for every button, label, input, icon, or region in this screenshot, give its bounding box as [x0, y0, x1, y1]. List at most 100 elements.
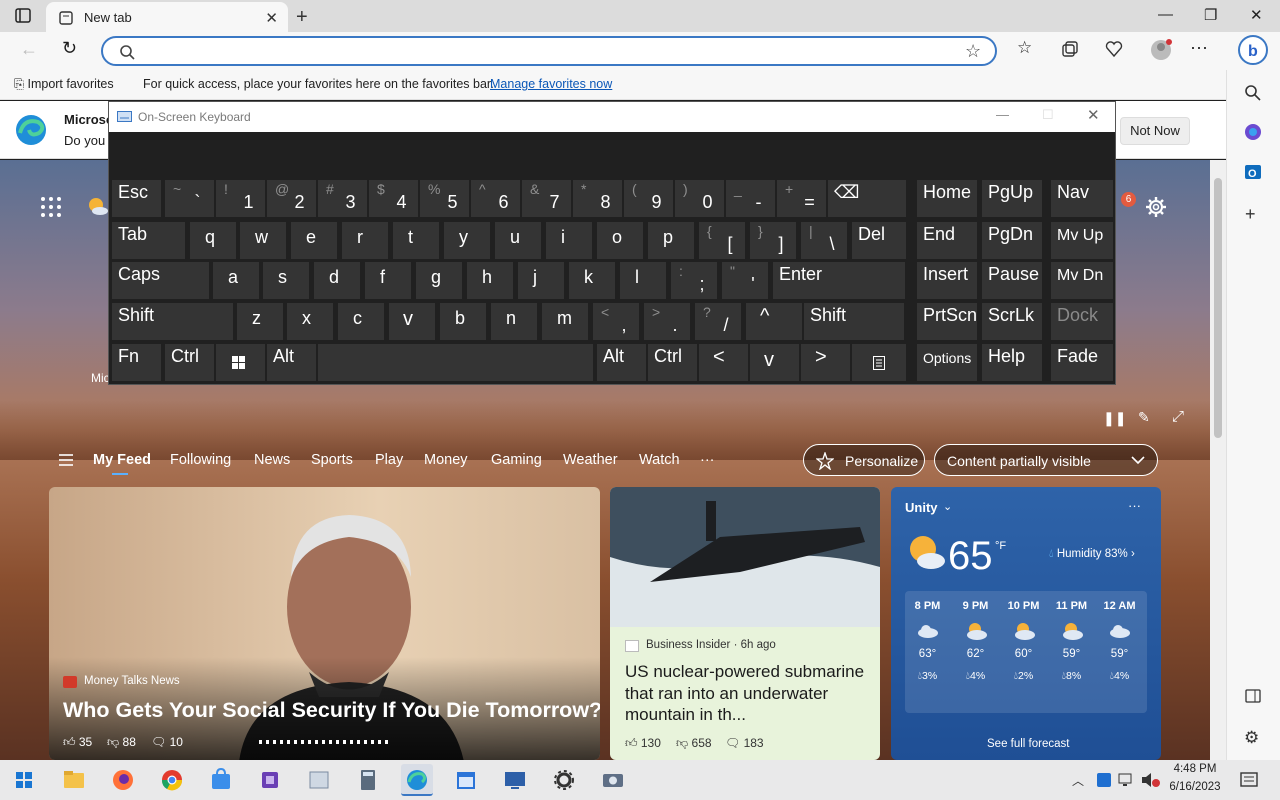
hide-sidebar-icon[interactable]: [1245, 688, 1261, 704]
osk-key[interactable]: Alt: [267, 344, 316, 381]
osk-key[interactable]: m: [542, 303, 588, 340]
bing-copilot-icon[interactable]: b: [1238, 35, 1268, 65]
osk-key[interactable]: Fn: [112, 344, 161, 381]
osk-key[interactable]: v: [750, 344, 799, 381]
osk-key[interactable]: PgUp: [982, 180, 1042, 217]
weather-location[interactable]: Unity: [905, 500, 938, 515]
feed-tab-my-feed[interactable]: My Feed: [93, 452, 151, 468]
remote-desktop-icon[interactable]: [499, 764, 531, 796]
scrollbar-thumb[interactable]: [1214, 178, 1222, 438]
osk-key[interactable]: Dock: [1051, 303, 1113, 340]
osk-key[interactable]: ^ 6: [471, 180, 520, 217]
humidity-label[interactable]: 💧︎ Humidity 83% ›: [1049, 548, 1135, 561]
weather-more-button[interactable]: ···: [1128, 498, 1141, 513]
osk-key[interactable]: Esc: [112, 180, 161, 217]
osk-key[interactable]: Nav: [1051, 180, 1113, 217]
show-hidden-icons[interactable]: ︿: [1072, 772, 1084, 789]
edge-taskbar-icon[interactable]: [401, 764, 433, 796]
osk-key[interactable]: a: [213, 262, 259, 299]
feed-tab-weather[interactable]: Weather: [563, 452, 618, 468]
settings-gear-icon[interactable]: [1145, 196, 1167, 218]
osk-key[interactable]: s: [263, 262, 309, 299]
osk-key[interactable]: (9: [624, 180, 673, 217]
settings-app-icon[interactable]: [548, 764, 580, 796]
osk-key[interactable]: | \: [801, 222, 847, 259]
settings-more-button[interactable]: ···: [1190, 37, 1208, 58]
add-sidebar-app-icon[interactable]: +: [1245, 204, 1256, 225]
comment-button[interactable]: 🗨︎ 10: [151, 735, 183, 749]
like-button[interactable]: 👍︎ 130: [625, 736, 661, 751]
osk-key[interactable]: <,: [593, 303, 639, 340]
carousel-dots[interactable]: [259, 740, 389, 744]
chevron-down-icon[interactable]: ⌄: [943, 500, 952, 513]
osk-key[interactable]: ⌫: [828, 180, 906, 217]
osk-key[interactable]: w: [240, 222, 286, 259]
osk-key[interactable]: #3: [318, 180, 367, 217]
osk-key[interactable]: h: [467, 262, 513, 299]
outlook-icon[interactable]: O: [1243, 162, 1263, 182]
osk-key[interactable]: g: [416, 262, 462, 299]
tray-app-icon[interactable]: [1096, 772, 1112, 788]
osk-key[interactable]: " ': [722, 262, 768, 299]
feed-tab-play[interactable]: Play: [375, 452, 403, 468]
minimize-button[interactable]: —: [1158, 6, 1173, 23]
osk-key[interactable]: i: [546, 222, 592, 259]
osk-key[interactable]: f: [365, 262, 411, 299]
osk-key[interactable]: r: [342, 222, 388, 259]
see-full-forecast-link[interactable]: See full forecast: [987, 738, 1069, 750]
osk-key[interactable]: >.: [644, 303, 690, 340]
file-explorer-icon[interactable]: [58, 764, 90, 796]
osk-key[interactable]: v: [389, 303, 435, 340]
osk-key[interactable]: u: [495, 222, 541, 259]
osk-key[interactable]: t: [393, 222, 439, 259]
document-app-icon[interactable]: [303, 764, 335, 796]
osk-minimize-button[interactable]: —: [996, 107, 1009, 122]
osk-key[interactable]: o: [597, 222, 643, 259]
osk-key[interactable]: PrtScn: [917, 303, 977, 340]
restore-button[interactable]: ❐: [1204, 6, 1217, 24]
favorite-star-icon[interactable]: ☆: [965, 41, 981, 62]
osk-key[interactable]: Caps: [112, 262, 209, 299]
osk-key[interactable]: j: [518, 262, 564, 299]
osk-key[interactable]: Enter: [773, 262, 905, 299]
osk-key[interactable]: Insert: [917, 262, 977, 299]
osk-key[interactable]: Help: [982, 344, 1042, 381]
calendar-icon[interactable]: [450, 764, 482, 796]
feed-tab-sports[interactable]: Sports: [311, 452, 353, 468]
osk-key[interactable]: Ctrl: [165, 344, 214, 381]
osk-maximize-button[interactable]: ☐: [1042, 107, 1054, 123]
osk-key[interactable]: ^: [746, 303, 802, 340]
osk-key[interactable]: Home: [917, 180, 977, 217]
profile-avatar[interactable]: [1150, 39, 1172, 61]
feed-tab-watch[interactable]: Watch: [639, 452, 680, 468]
import-favorites-button[interactable]: ⎘ Import favorites: [14, 77, 114, 92]
osk-key[interactable]: y: [444, 222, 490, 259]
microsoft365-icon[interactable]: [1243, 122, 1263, 142]
osk-key[interactable]: n: [491, 303, 537, 340]
osk-key[interactable]: ) 0: [675, 180, 724, 217]
osk-key[interactable]: >: [801, 344, 850, 381]
chip-app-icon[interactable]: [254, 764, 286, 796]
feed-tab-money[interactable]: Money: [424, 452, 468, 468]
firefox-icon[interactable]: [107, 764, 139, 796]
osk-key[interactable]: p: [648, 222, 694, 259]
osk-key[interactable]: e: [291, 222, 337, 259]
collections-icon[interactable]: [1061, 40, 1079, 58]
osk-key[interactable]: [318, 344, 593, 381]
osk-key[interactable]: ? /: [695, 303, 741, 340]
search-icon[interactable]: [1244, 84, 1262, 102]
osk-key[interactable]: ~ `: [165, 180, 214, 217]
calculator-icon[interactable]: [352, 764, 384, 796]
on-screen-keyboard-window[interactable]: On-Screen Keyboard — ☐ ✕ Esc ~ `! 1 @2 #3 $4% 5…: [108, 101, 1116, 385]
dislike-button[interactable]: 👎︎ 88: [107, 735, 136, 750]
osk-key[interactable]: Ctrl: [648, 344, 697, 381]
temp-unit[interactable]: °F: [995, 540, 1006, 552]
osk-key[interactable]: _ -: [726, 180, 775, 217]
page-scrollbar[interactable]: [1210, 160, 1226, 760]
pause-icon[interactable]: ❚❚: [1103, 410, 1126, 427]
osk-key[interactable]: + =: [777, 180, 826, 217]
browser-essentials-icon[interactable]: [1105, 40, 1123, 58]
feed-more-tabs[interactable]: ···: [700, 452, 715, 468]
osk-key[interactable]: x: [287, 303, 333, 340]
sidebar-settings-icon[interactable]: ⚙: [1244, 728, 1259, 748]
